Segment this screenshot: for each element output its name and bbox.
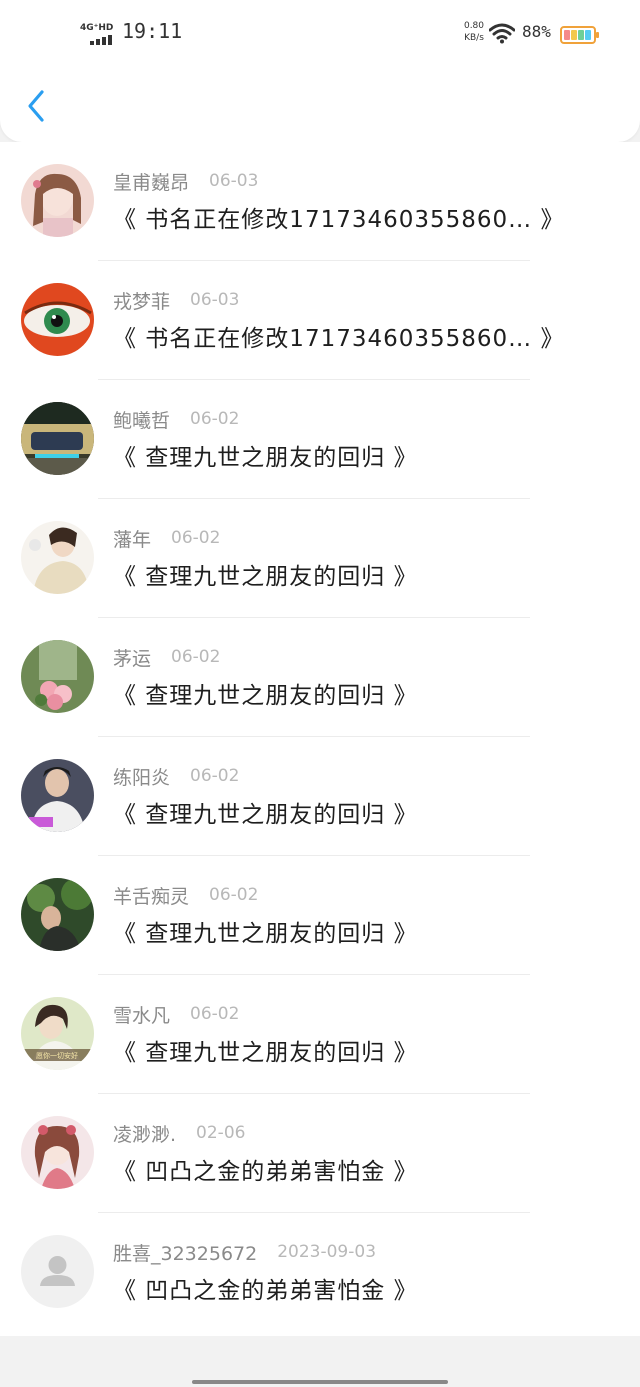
message-meta: 茅运 06-02	[113, 645, 221, 670]
message-meta: 胜喜_32325672 2023-09-03	[113, 1240, 377, 1265]
user-name: 戎梦菲	[113, 290, 171, 313]
back-button[interactable]	[16, 84, 56, 128]
status-bar: 4G⁺HD 19:11 0.80 KB/s 88%	[0, 0, 640, 66]
battery-icon	[560, 26, 599, 44]
chevron-left-icon	[28, 90, 44, 122]
signal-indicator: 4G⁺HD	[80, 23, 114, 47]
message-meta: 鲍曦哲 06-02	[113, 407, 240, 432]
book-title: 《 查理九世之朋友的回归 》	[113, 683, 418, 709]
message-date: 06-03	[190, 290, 240, 310]
avatar[interactable]	[21, 521, 94, 594]
message-meta: 戎梦菲 06-03	[113, 288, 240, 313]
network-type: 4G⁺HD	[80, 23, 114, 33]
network-speed-unit: KB/s	[464, 33, 484, 43]
avatar[interactable]	[21, 164, 94, 237]
user-name: 羊舌痴灵	[113, 885, 190, 908]
list-item[interactable]: 皇甫巍昂 06-03 《 书名正在修改17173460355860… 》	[0, 142, 640, 261]
avatar[interactable]	[21, 878, 94, 951]
message-date: 06-02	[209, 885, 259, 905]
book-title: 《 查理九世之朋友的回归 》	[113, 921, 418, 947]
user-name: 鲍曦哲	[113, 409, 171, 432]
message-date: 06-02	[190, 766, 240, 786]
list-item[interactable]: 藩年 06-02 《 查理九世之朋友的回归 》	[0, 499, 640, 618]
avatar[interactable]	[21, 283, 94, 356]
list-item[interactable]: 愿你一切安好 雪水凡 06-02 《 查理九世之朋友的回归 》	[0, 975, 640, 1094]
list-item[interactable]: 练阳炎 06-02 《 查理九世之朋友的回归 》	[0, 737, 640, 856]
user-name: 胜喜_32325672	[113, 1242, 258, 1265]
signal-bars-icon	[90, 35, 112, 45]
user-name: 雪水凡	[113, 1004, 171, 1027]
book-title: 《 查理九世之朋友的回归 》	[113, 445, 418, 471]
battery-percent: 88%	[522, 22, 551, 41]
message-date: 06-02	[190, 1004, 240, 1024]
message-date: 2023-09-03	[277, 1242, 377, 1262]
clock: 19:11	[122, 19, 183, 43]
message-meta: 凌渺渺. 02-06	[113, 1121, 246, 1146]
avatar[interactable]	[21, 640, 94, 713]
user-name: 皇甫巍昂	[113, 171, 190, 194]
top-bar: 4G⁺HD 19:11 0.80 KB/s 88%	[0, 0, 640, 142]
list-item[interactable]: 茅运 06-02 《 查理九世之朋友的回归 》	[0, 618, 640, 737]
avatar[interactable]	[21, 759, 94, 832]
avatar[interactable]	[21, 1116, 94, 1189]
message-date: 06-02	[171, 528, 221, 548]
book-title: 《 书名正在修改17173460355860… 》	[113, 326, 565, 352]
user-name: 凌渺渺.	[113, 1123, 177, 1146]
book-title: 《 查理九世之朋友的回归 》	[113, 1040, 418, 1066]
book-title: 《 书名正在修改17173460355860… 》	[113, 207, 565, 233]
list-item[interactable]: 胜喜_32325672 2023-09-03 《 凹凸之金的弟弟害怕金 》	[0, 1213, 640, 1332]
avatar[interactable]	[21, 402, 94, 475]
book-title: 《 查理九世之朋友的回归 》	[113, 802, 418, 828]
message-meta: 羊舌痴灵 06-02	[113, 883, 259, 908]
avatar-caption: 愿你一切安好	[36, 1051, 78, 1060]
message-date: 06-02	[171, 647, 221, 667]
message-date: 06-03	[209, 171, 259, 191]
list-item[interactable]: 凌渺渺. 02-06 《 凹凸之金的弟弟害怕金 》	[0, 1094, 640, 1213]
message-meta: 练阳炎 06-02	[113, 764, 240, 789]
default-avatar-icon[interactable]	[21, 1235, 94, 1308]
user-name: 茅运	[113, 647, 152, 670]
message-meta: 皇甫巍昂 06-03	[113, 169, 259, 194]
avatar[interactable]: 愿你一切安好	[21, 997, 94, 1070]
message-date: 06-02	[190, 409, 240, 429]
user-name: 练阳炎	[113, 766, 171, 789]
wifi-icon	[489, 23, 515, 44]
message-meta: 雪水凡 06-02	[113, 1002, 240, 1027]
list-item[interactable]: 羊舌痴灵 06-02 《 查理九世之朋友的回归 》	[0, 856, 640, 975]
list-item[interactable]: 戎梦菲 06-03 《 书名正在修改17173460355860… 》	[0, 261, 640, 380]
book-title: 《 查理九世之朋友的回归 》	[113, 564, 418, 590]
book-title: 《 凹凸之金的弟弟害怕金 》	[113, 1278, 418, 1304]
home-indicator[interactable]	[192, 1380, 448, 1384]
network-speed: 0.80 KB/s	[460, 20, 488, 44]
network-speed-value: 0.80	[463, 21, 485, 31]
book-title: 《 凹凸之金的弟弟害怕金 》	[113, 1159, 418, 1185]
user-name: 藩年	[113, 528, 152, 551]
message-date: 02-06	[196, 1123, 246, 1143]
message-list: 皇甫巍昂 06-03 《 书名正在修改17173460355860… 》 戎梦菲…	[0, 142, 640, 1336]
list-item[interactable]: 鲍曦哲 06-02 《 查理九世之朋友的回归 》	[0, 380, 640, 499]
message-meta: 藩年 06-02	[113, 526, 221, 551]
